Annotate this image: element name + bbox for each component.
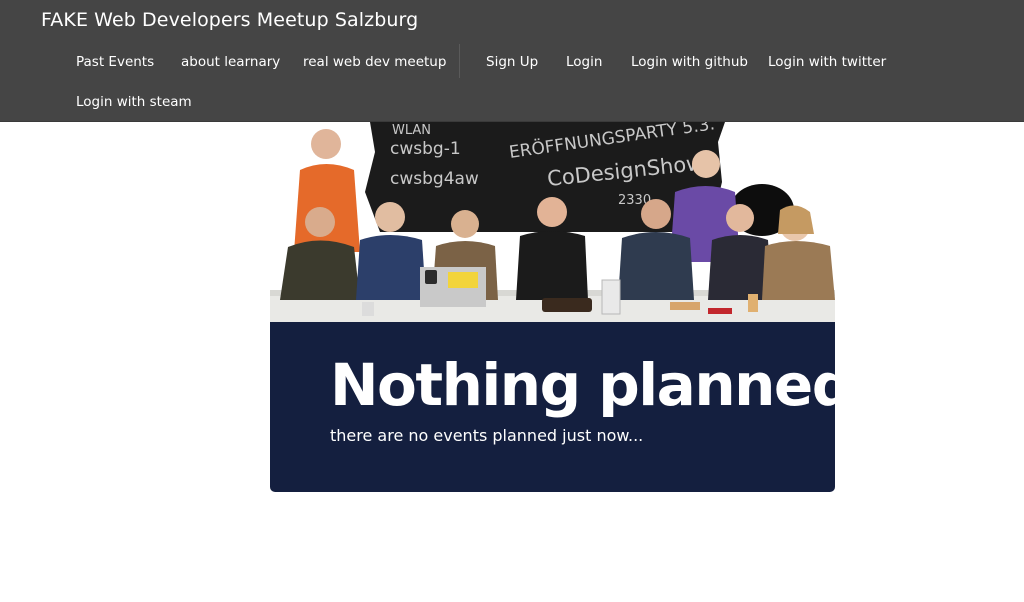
- top-navbar: FAKE Web Developers Meetup Salzburg Past…: [0, 0, 1024, 122]
- page-title: Nothing planned: [330, 351, 853, 419]
- nav-past-events[interactable]: Past Events: [76, 54, 154, 70]
- nav-login-github[interactable]: Login with github: [631, 54, 748, 70]
- nav-sign-up[interactable]: Sign Up: [486, 54, 538, 70]
- nav-divider: [459, 44, 460, 78]
- nav-login-twitter[interactable]: Login with twitter: [768, 54, 886, 70]
- seated-people: [280, 197, 835, 300]
- chalk-wlan: WLAN: [392, 123, 431, 138]
- chalk-ssid-2: cwsbg4aw: [390, 169, 479, 189]
- hero-photo: WLAN cwsbg-1 cwsbg4aw ERÖFFNUNGSPARTY 5.…: [270, 122, 835, 322]
- page-subtitle: there are no events planned just now...: [330, 426, 644, 445]
- nav-login[interactable]: Login: [566, 54, 602, 70]
- chalk-ssid-1: cwsbg-1: [390, 139, 461, 159]
- jumbotron: Nothing planned there are no events plan…: [270, 322, 853, 492]
- brand-link[interactable]: FAKE Web Developers Meetup Salzburg: [41, 9, 418, 31]
- nav-real-web-dev-meetup[interactable]: real web dev meetup: [303, 54, 446, 70]
- nav-login-steam[interactable]: Login with steam: [76, 94, 192, 110]
- nav-about-learnary[interactable]: about learnary: [181, 54, 280, 70]
